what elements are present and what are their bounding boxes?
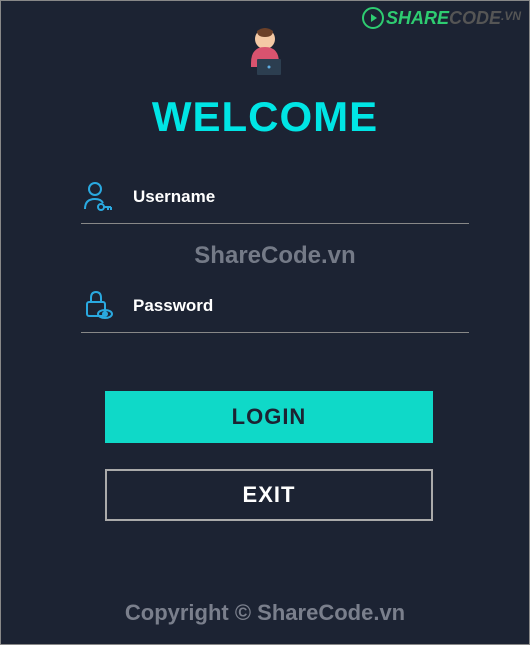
brand-logo-corner: SHARE CODE .VN: [362, 7, 521, 29]
copyright-footer: Copyright © ShareCode.vn: [1, 600, 529, 626]
login-button[interactable]: LOGIN: [105, 391, 433, 443]
user-key-icon: [81, 179, 117, 215]
password-input[interactable]: [117, 296, 469, 316]
logo-text-share: SHARE: [386, 8, 449, 29]
username-input[interactable]: [117, 187, 469, 207]
exit-button[interactable]: EXIT: [105, 469, 433, 521]
watermark-text: ShareCode.vn: [81, 242, 469, 270]
recycle-icon: [362, 7, 384, 29]
logo-text-vn: .VN: [501, 9, 521, 23]
username-field-row: [81, 179, 469, 224]
logo-text-code: CODE: [449, 8, 501, 29]
welcome-heading: WELCOME: [152, 93, 378, 141]
password-field-row: [81, 288, 469, 333]
login-form: ShareCode.vn LOGIN EXIT: [81, 161, 469, 521]
lock-eye-icon: [81, 288, 117, 324]
user-avatar-icon: [237, 23, 293, 79]
